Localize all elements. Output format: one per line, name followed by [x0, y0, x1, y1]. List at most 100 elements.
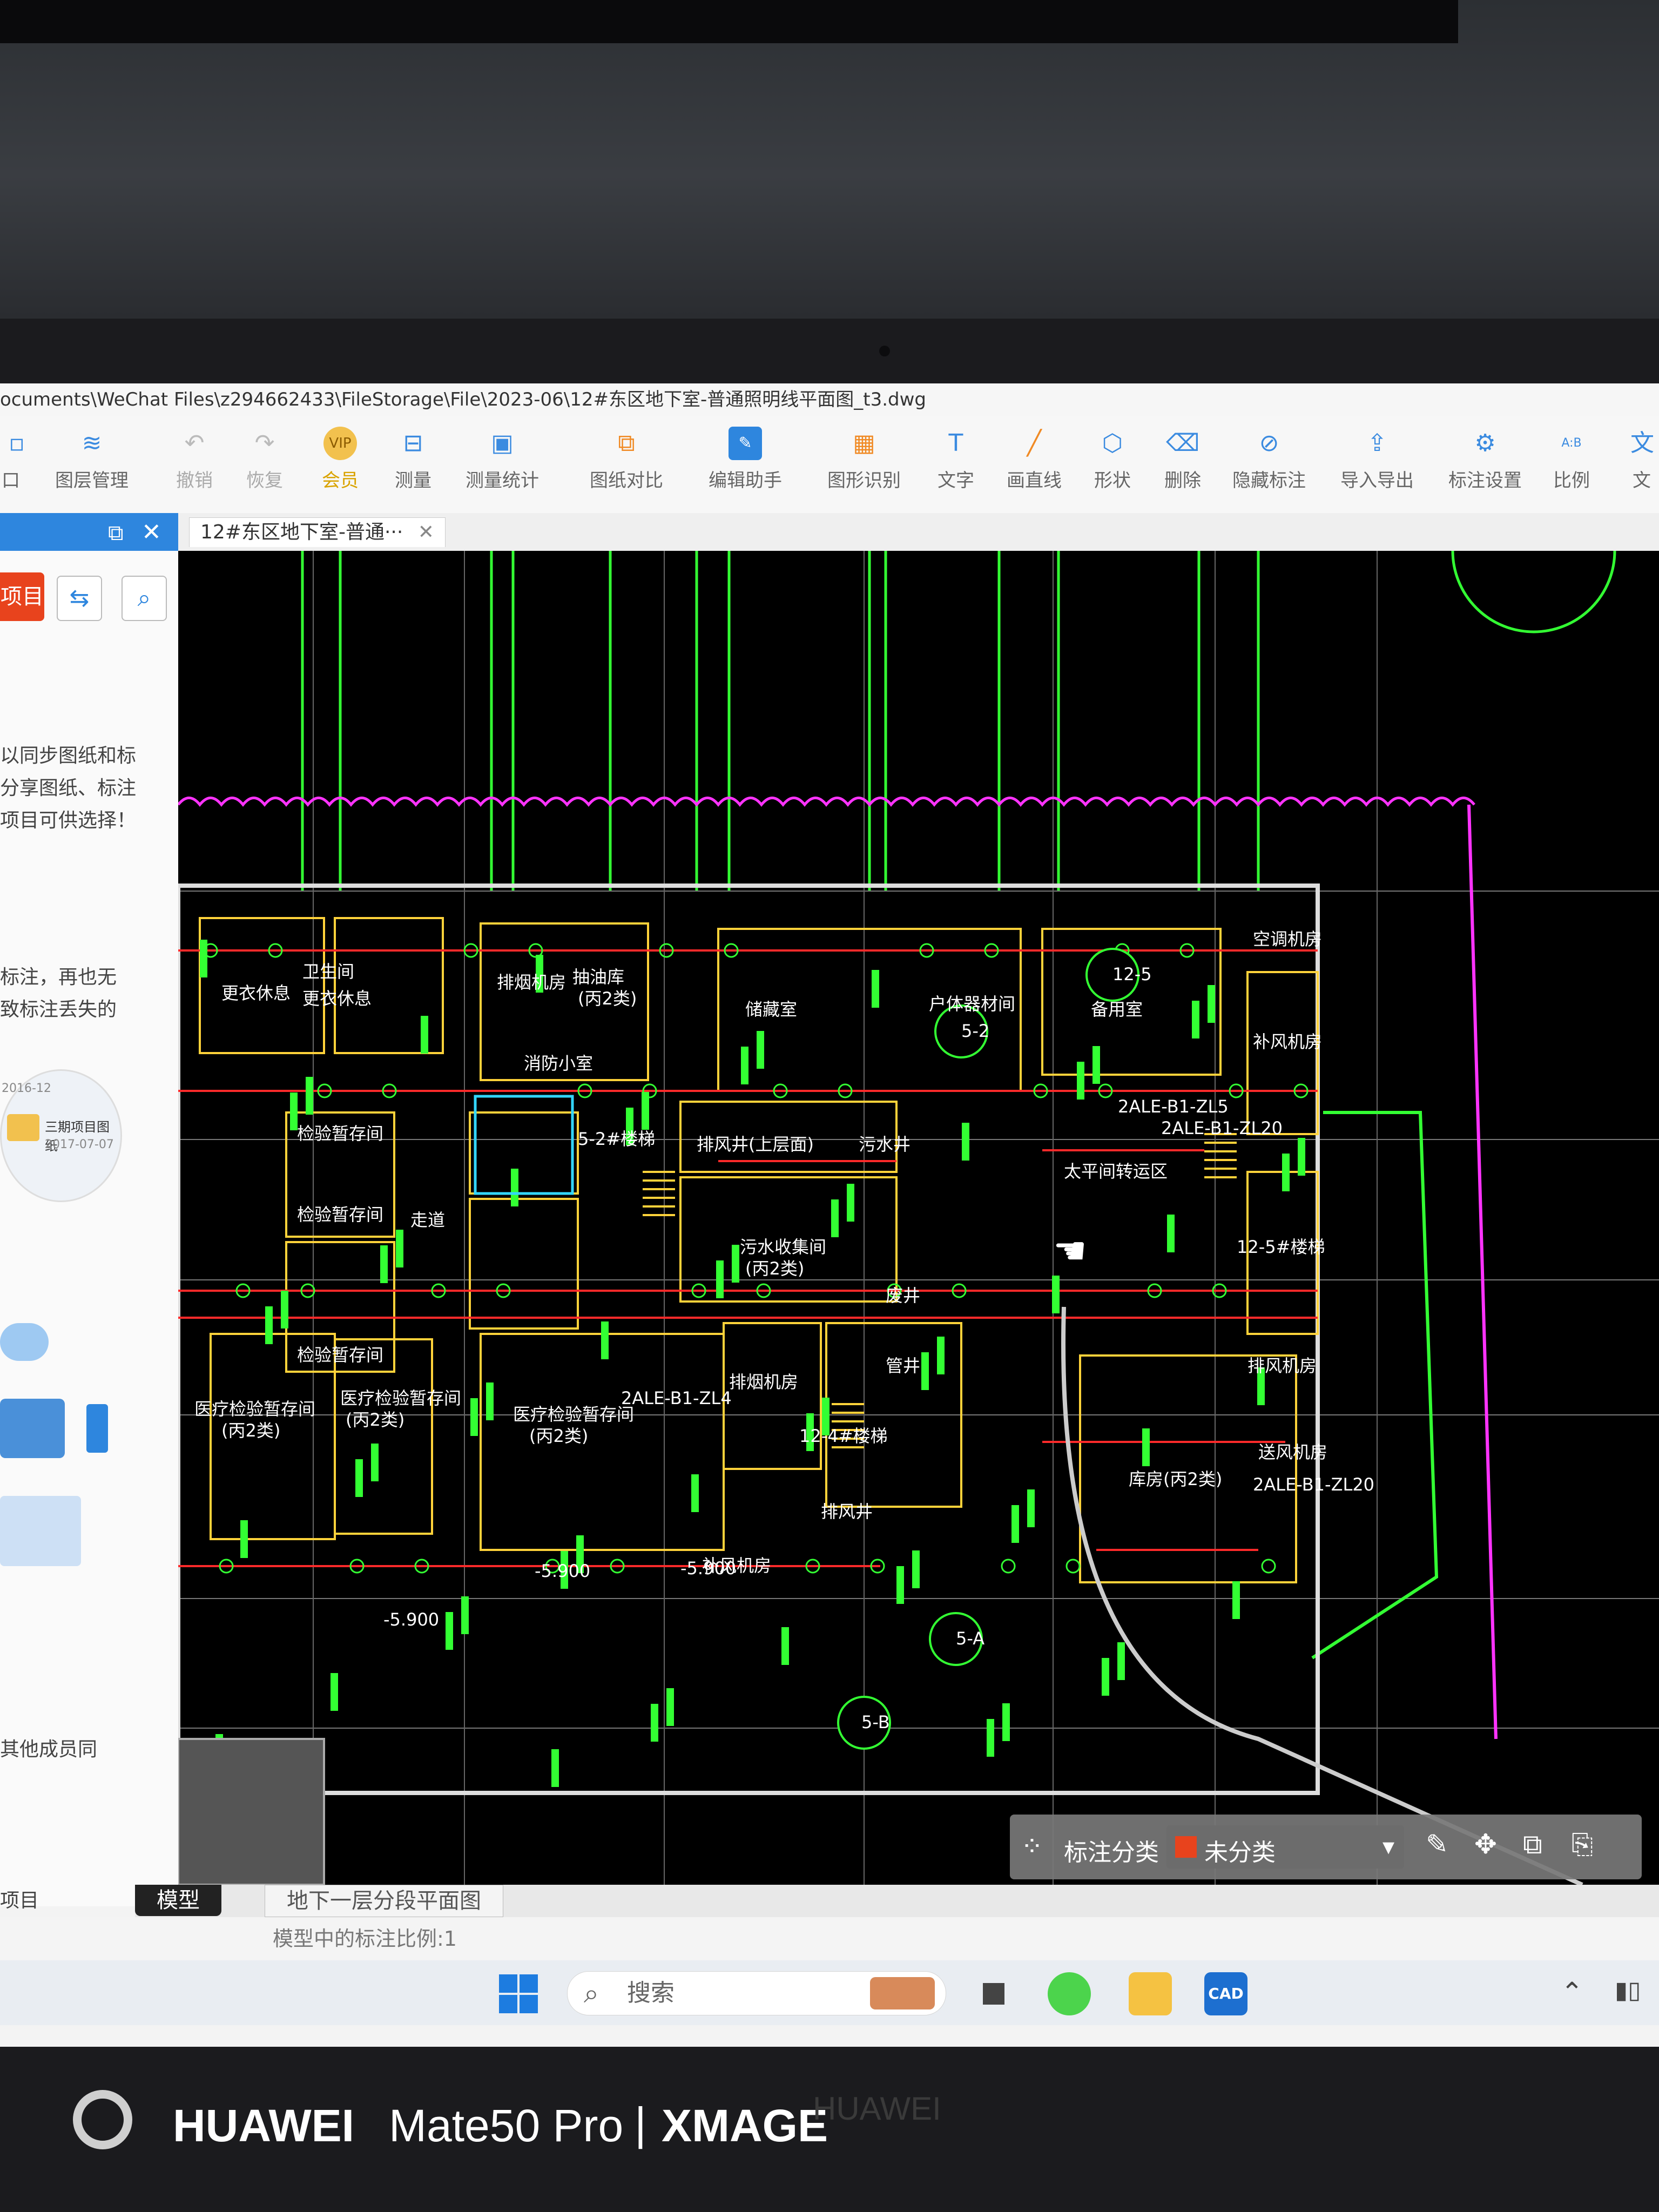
light-fixture [1117, 1642, 1125, 1680]
ribbon-measure-button[interactable]: ⊟ 测量 [383, 427, 443, 508]
ribbon-undo-button[interactable]: ↶ 撤销 [162, 427, 227, 508]
hand-cursor-icon: ☚ [1053, 1229, 1087, 1273]
document-tab-label: 12#东区地下室-普通··· [200, 521, 403, 543]
annotation-category-bar: ⁘ 标注分类 未分类 ▾ ✎ ✥ ⧉ ⎘ [1010, 1815, 1642, 1879]
category-grid-icon: ⁘ [1021, 1831, 1043, 1862]
room-label: 检验暂存间 [297, 1123, 383, 1144]
copy-icon[interactable]: ⧉ [1523, 1829, 1542, 1860]
light-fixture [912, 1550, 920, 1588]
ribbon-edit-assistant-button[interactable]: ✎ 编辑助手 [702, 427, 788, 508]
ribbon-annotation-settings-button[interactable]: ⚙ 标注设置 [1442, 427, 1528, 508]
ribbon-scale-button[interactable]: A:B 比例 [1545, 427, 1599, 508]
room-label: 库房(丙2类) [1129, 1469, 1222, 1489]
light-fixture [741, 1047, 748, 1084]
light-fixture [921, 1352, 929, 1390]
ribbon-compare-button[interactable]: ⧉ 图纸对比 [583, 427, 670, 508]
floor-plan-drawing: 更衣休息 更衣休息卫生间排烟机房 抽油库(丙2类)消防小室储藏室 户体器材间 备用室空调… [178, 551, 1659, 1885]
category-color-swatch [1175, 1836, 1197, 1858]
light-fixture [601, 1321, 609, 1359]
model-tab[interactable]: 模型 [135, 1885, 221, 1916]
taskbar-search[interactable]: ⌕ 搜索 [567, 1971, 946, 2015]
light-fixture [331, 1673, 338, 1711]
project-button[interactable]: 项目 [0, 572, 44, 621]
ribbon-redo-button[interactable]: ↷ 恢复 [232, 427, 297, 508]
room-label: 抽油库 [572, 967, 624, 987]
eraser-icon: ⌫ [1166, 429, 1200, 457]
room-label: 12-4#楼梯 [799, 1426, 887, 1446]
cad-canvas[interactable]: 更衣休息 更衣休息 卫生间 排烟机房 抽油库 (丙2类) 消防小室 储藏室 户体器材间 备用室 空调… [178, 551, 1659, 1885]
room-label: 2ALE-B1-ZL20 [1161, 1118, 1283, 1138]
chevron-up-icon[interactable]: ⌃ [1561, 1977, 1583, 2008]
room-label: 5-A [956, 1628, 984, 1649]
file-explorer-icon[interactable] [1129, 1972, 1172, 2015]
ribbon-window-button[interactable]: ▫ 口 [0, 427, 25, 508]
wechat-icon[interactable] [1048, 1972, 1091, 2015]
cloud-illustration [0, 1323, 113, 1593]
ribbon-text2-button[interactable]: 文 文 [1626, 427, 1658, 508]
room-label: -5.900 [680, 1558, 736, 1579]
phone-icon [86, 1404, 108, 1453]
compare-icon: ⧉ [618, 429, 635, 457]
room-label: (丙2类) [221, 1420, 280, 1441]
ribbon-import-export-button[interactable]: ⇪ 导入导出 [1334, 427, 1420, 508]
start-icon[interactable] [497, 1972, 540, 2015]
room-label: 储藏室 [745, 999, 797, 1020]
edit-annotation-icon[interactable]: ✎ [1426, 1829, 1448, 1860]
text2-icon: 文 [1630, 429, 1654, 457]
layout-tab[interactable]: 地下一层分段平面图 [265, 1885, 503, 1917]
light-fixture [872, 970, 879, 1008]
cad-app-icon[interactable]: CAD [1204, 1972, 1247, 2015]
room-label: 排风井(上层面) [697, 1134, 814, 1155]
light-fixture [1282, 1154, 1290, 1191]
document-tab[interactable]: 12#东区地下室-普通··· ✕ [189, 517, 446, 547]
screen: ocuments\WeChat Files\z294662433\FileSto… [0, 383, 1659, 2047]
edit-assistant-icon: ✎ [729, 427, 762, 460]
light-fixture [937, 1337, 945, 1374]
ribbon-text-button[interactable]: T 文字 [929, 427, 983, 508]
room-label: 污水收集间 [740, 1237, 826, 1257]
redo-icon: ↷ [254, 429, 275, 457]
light-fixture [265, 1306, 273, 1344]
panel-text-1: 以同步图纸和标 [0, 745, 137, 767]
left-panel: ⧉ ✕ 项目 ⇆ ⌕ 以同步图纸和标 分享图纸、标注 项目可供选择！ 标注，再也… [0, 513, 179, 1912]
room-label: 污水井 [859, 1134, 911, 1155]
ribbon-shape-recognize-button[interactable]: ▦ 图形识别 [821, 427, 907, 508]
room-label: 排风井 [821, 1501, 873, 1522]
scale-icon: A:B [1561, 436, 1582, 450]
room-label: 太平间转运区 [1064, 1161, 1168, 1182]
ribbon-measure-stats-button[interactable]: ▣ 测量统计 [459, 427, 545, 508]
ribbon-layers-button[interactable]: ≋ 图层管理 [49, 427, 135, 508]
light-fixture [1192, 1001, 1199, 1038]
ribbon-vip-button[interactable]: VIP 会员 [308, 427, 373, 508]
close-tab-icon[interactable]: ✕ [418, 521, 434, 543]
ribbon-line-button[interactable]: ╱ 画直线 [1002, 427, 1067, 508]
category-select[interactable]: 未分类 ▾ [1166, 1825, 1404, 1869]
light-fixture [1298, 1138, 1305, 1176]
room-label: 卫生间 [302, 961, 354, 982]
light-fixture [1077, 1062, 1084, 1100]
task-view-icon[interactable] [972, 1972, 1015, 2015]
move-icon[interactable]: ✥ [1474, 1829, 1497, 1860]
light-fixture [896, 1566, 904, 1604]
room-label: 医疗检验暂存间 [340, 1388, 461, 1408]
light-fixture [691, 1474, 699, 1512]
paste-icon[interactable]: ⎘ [1572, 1829, 1593, 1860]
import-export-icon: ⇪ [1367, 429, 1387, 457]
layers-icon: ≋ [82, 429, 102, 457]
sync-icon[interactable]: ⇆ [57, 576, 102, 621]
ribbon-toolbar: ▫ 口 ≋ 图层管理 ↶ 撤销 ↷ 恢复 VIP 会员 ⊟ 测量 ▣ 测量统计 … [0, 416, 1659, 514]
room-label: 空调机房 [1253, 929, 1322, 949]
status-bar: 模型中的标注比例:1 [0, 1917, 1659, 1960]
room-label: 送风机房 [1258, 1442, 1327, 1462]
panel-text-7: 项目 [0, 1890, 39, 1912]
ribbon-delete-button[interactable]: ⌫ 删除 [1156, 427, 1210, 508]
ribbon-hide-annotation-button[interactable]: ⊘ 隐藏标注 [1226, 427, 1312, 508]
status-text: 模型中的标注比例:1 [273, 1927, 457, 1951]
close-icon[interactable]: ✕ [141, 518, 161, 546]
canvas-background [178, 551, 1659, 1885]
search-icon[interactable]: ⌕ [122, 576, 167, 621]
ribbon-shape-button[interactable]: ⬡ 形状 [1085, 427, 1139, 508]
room-label: 2ALE-B1-ZL4 [621, 1388, 732, 1408]
light-fixture [371, 1444, 379, 1481]
restore-icon[interactable]: ⧉ [108, 521, 124, 545]
